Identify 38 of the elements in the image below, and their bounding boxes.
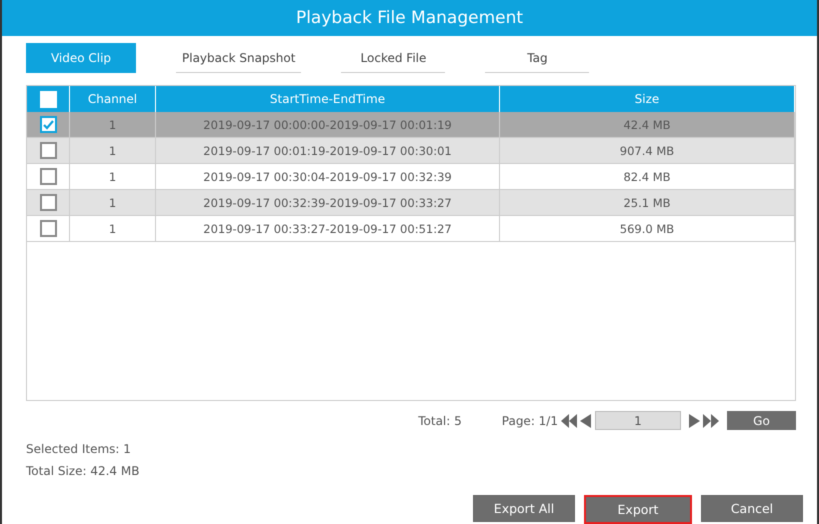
column-header: Channel bbox=[70, 86, 156, 112]
row-checkbox[interactable] bbox=[40, 220, 56, 238]
total-count: Total: 5 bbox=[418, 414, 462, 428]
select-all-checkbox[interactable] bbox=[40, 90, 56, 108]
table-cell: 1 bbox=[70, 138, 156, 164]
window-title: Playback File Management bbox=[2, 0, 817, 36]
last-page-icon[interactable] bbox=[703, 414, 719, 428]
table-cell: 2019-09-17 00:00:00-2019-09-17 00:01:19 bbox=[156, 112, 500, 138]
table-cell: 1 bbox=[70, 112, 156, 138]
table-cell: 2019-09-17 00:01:19-2019-09-17 00:30:01 bbox=[156, 138, 500, 164]
first-page-icon[interactable] bbox=[561, 414, 577, 428]
check-icon bbox=[42, 120, 54, 130]
column-header: StartTime-EndTime bbox=[156, 86, 500, 112]
row-checkbox[interactable] bbox=[40, 116, 56, 134]
table-cell: 2019-09-17 00:30:04-2019-09-17 00:32:39 bbox=[156, 164, 500, 190]
row-checkbox[interactable] bbox=[40, 142, 56, 160]
table-cell: 2019-09-17 00:32:39-2019-09-17 00:33:27 bbox=[156, 190, 500, 216]
row-checkbox[interactable] bbox=[40, 168, 56, 186]
table-cell: 907.4 MB bbox=[500, 138, 795, 164]
page-indicator: Page: 1/1 bbox=[502, 414, 558, 428]
table-cell: 1 bbox=[70, 216, 156, 242]
summary-text: Total Size: 42.4 MB bbox=[26, 464, 140, 478]
summary-text: Selected Items: 1 bbox=[26, 442, 132, 456]
go-button[interactable]: Go bbox=[727, 411, 796, 430]
table-cell: 569.0 MB bbox=[500, 216, 795, 242]
table-cell: 2019-09-17 00:33:27-2019-09-17 00:51:27 bbox=[156, 216, 500, 242]
action-button[interactable]: Cancel bbox=[701, 495, 803, 522]
table-cell: 25.1 MB bbox=[500, 190, 795, 216]
row-checkbox[interactable] bbox=[40, 194, 56, 212]
page-input[interactable]: 1 bbox=[595, 411, 681, 430]
table-cell: 1 bbox=[70, 190, 156, 216]
tab[interactable]: Video Clip bbox=[26, 43, 136, 74]
action-button[interactable]: Export All bbox=[473, 495, 575, 522]
column-header: Size bbox=[500, 86, 795, 112]
action-button[interactable]: Export bbox=[584, 495, 692, 524]
table-cell: 1 bbox=[70, 164, 156, 190]
table-cell: 82.4 MB bbox=[500, 164, 795, 190]
table-cell: 42.4 MB bbox=[500, 112, 795, 138]
